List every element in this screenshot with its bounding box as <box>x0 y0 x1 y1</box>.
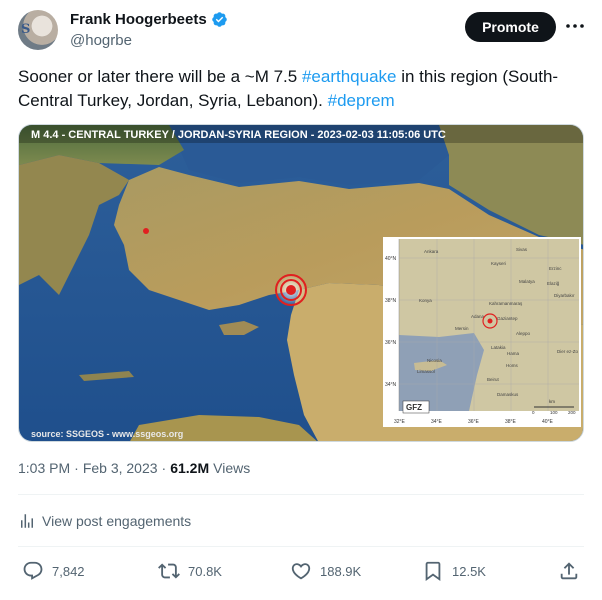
inset-scale-tick: 100 <box>550 410 558 415</box>
tweet-media-image[interactable]: M 4.4 - CENTRAL TURKEY / JORDAN-SYRIA RE… <box>18 124 584 442</box>
author-handle[interactable]: @hogrbe <box>70 32 132 49</box>
inset-sea <box>399 333 484 411</box>
inset-lat-label: 36°N <box>385 340 397 346</box>
earthquake-map: M 4.4 - CENTRAL TURKEY / JORDAN-SYRIA RE… <box>19 125 583 441</box>
inset-place: Mersin <box>455 326 469 331</box>
inset-place: Homs <box>506 363 519 368</box>
repost-button[interactable]: 70.8K <box>158 560 222 582</box>
inset-place: Konya <box>419 298 432 303</box>
inset-place: Adana <box>471 314 485 319</box>
analytics-icon <box>21 514 33 528</box>
divider <box>18 546 584 547</box>
map-header-text: M 4.4 - CENTRAL TURKEY / JORDAN-SYRIA RE… <box>31 129 446 141</box>
inset-scale-unit: km <box>549 399 555 404</box>
inset-place: Kahramanmaraş <box>489 301 523 306</box>
more-options-icon[interactable] <box>562 14 588 38</box>
promote-button[interactable]: Promote <box>465 12 556 42</box>
author-name-row[interactable]: Frank Hoogerbeets <box>70 11 228 28</box>
separator-dot: · <box>161 460 167 476</box>
bookmark-button[interactable]: 12.5K <box>422 560 486 582</box>
inset-epicenter-dot <box>487 318 493 324</box>
inset-place: Ankara <box>424 249 439 254</box>
inset-place: Nicosia <box>427 358 442 363</box>
reply-count: 7,842 <box>52 563 85 579</box>
divider <box>18 494 584 495</box>
inset-place: Hama <box>507 351 520 356</box>
tweet-text: Sooner or later there will be a ~M 7.5 #… <box>18 65 588 113</box>
inset-lon-label: 34°E <box>431 419 443 425</box>
inset-place: Diyarbakır <box>554 293 575 298</box>
inset-place: Limassol <box>417 369 435 374</box>
inset-place: Aleppo <box>516 331 531 336</box>
epicenter-dot <box>286 285 296 295</box>
inset-place: Latakia <box>491 345 506 350</box>
inset-place: Dier ez-Zo <box>557 349 579 354</box>
inset-lon-label: 32°E <box>394 419 406 425</box>
inset-lat-label: 38°N <box>385 298 397 304</box>
inset-place: Gaziantep <box>497 316 518 321</box>
action-bar: 7,842 70.8K 188.9K 12.5K <box>18 560 584 586</box>
bookmark-icon <box>425 561 441 582</box>
inset-map: 40°N 38°N 36°N 34°N 32°E 34°E 36°E 38°E … <box>383 237 581 427</box>
inset-lat-label: 40°N <box>385 256 397 262</box>
inset-place: Damaskus <box>497 392 519 397</box>
views-count: 61.2M <box>170 460 210 476</box>
view-engagements-label: View post engagements <box>42 513 192 529</box>
inset-place: Sivas <box>516 247 528 252</box>
inset-place: Kayseri <box>491 261 506 266</box>
view-engagements-link[interactable]: View post engagements <box>18 512 191 530</box>
verified-badge-icon <box>211 12 227 27</box>
inset-place: Elaziğ <box>547 281 560 286</box>
inset-place: Malatya <box>519 279 535 284</box>
reply-icon <box>23 561 43 580</box>
inset-lon-label: 36°E <box>468 419 480 425</box>
tweet-text-part: Sooner or later there will be a ~M 7.5 <box>18 67 302 86</box>
share-button[interactable] <box>558 560 580 582</box>
inset-lon-label: 40°E <box>542 419 554 425</box>
inset-place: Erzinc <box>549 266 562 271</box>
separator-dot: · <box>74 460 79 476</box>
gfz-logo-text: GFZ <box>406 403 422 412</box>
inset-place: Beirut <box>487 377 500 382</box>
tweet-time[interactable]: 1:03 PM <box>18 460 70 476</box>
avatar-letter: S <box>21 22 31 37</box>
reply-button[interactable]: 7,842 <box>22 560 85 582</box>
like-button[interactable]: 188.9K <box>290 560 361 582</box>
heart-icon <box>291 563 311 580</box>
avatar[interactable]: S <box>18 10 58 50</box>
inset-lat-label: 34°N <box>385 382 397 388</box>
repost-icon <box>158 563 180 579</box>
map-source-text: source: SSGEOS - www.ssgeos.org <box>31 429 183 439</box>
tweet-date[interactable]: Feb 3, 2023 <box>83 460 158 476</box>
tweet-timestamp: 1:03 PM · Feb 3, 2023 · 61.2M Views <box>18 460 250 476</box>
hashtag-earthquake-link[interactable]: #earthquake <box>302 67 397 86</box>
author-name[interactable]: Frank Hoogerbeets <box>70 11 207 28</box>
inset-lon-label: 38°E <box>505 419 517 425</box>
bookmark-count: 12.5K <box>452 563 486 579</box>
views-label: Views <box>213 460 251 476</box>
inset-scale-tick: 200 <box>568 410 576 415</box>
like-count: 188.9K <box>320 563 362 579</box>
secondary-quake-marker <box>143 228 149 234</box>
repost-count: 70.8K <box>188 563 222 579</box>
hashtag-deprem-link[interactable]: #deprem <box>328 91 395 110</box>
share-icon <box>560 562 578 580</box>
